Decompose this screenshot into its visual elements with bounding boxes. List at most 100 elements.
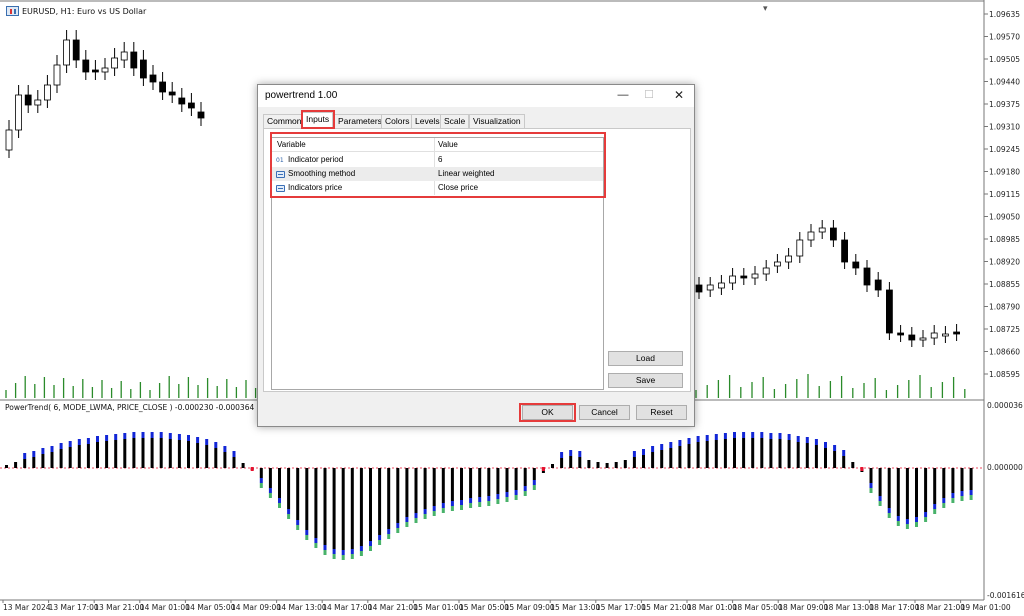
oscillator-cap bbox=[268, 488, 272, 493]
oscillator-cap bbox=[432, 506, 436, 511]
oscillator-bar bbox=[687, 444, 691, 468]
oscillator-cap bbox=[478, 497, 482, 502]
oscillator-bar bbox=[159, 438, 163, 468]
oscillator-cap bbox=[378, 535, 382, 540]
oscillator-cap bbox=[523, 491, 527, 496]
price-tick-label: 1.09375 bbox=[989, 100, 1020, 109]
oscillator-cap bbox=[432, 511, 436, 516]
candle bbox=[818, 227, 826, 233]
oscillator-bar bbox=[596, 462, 600, 468]
save-button[interactable]: Save bbox=[608, 373, 683, 388]
price-tick-label: 1.08660 bbox=[989, 348, 1020, 357]
price-tick-label: 1.09245 bbox=[989, 145, 1020, 154]
candle bbox=[197, 111, 205, 119]
oscillator-cap bbox=[915, 522, 918, 527]
oscillator-bar bbox=[969, 468, 973, 490]
minimize-icon[interactable]: — bbox=[615, 88, 631, 102]
candle bbox=[72, 39, 80, 61]
oscillator-cap bbox=[359, 551, 363, 556]
oscillator-cap bbox=[150, 432, 154, 438]
oscillator-bar bbox=[86, 444, 90, 468]
param-variable: Indicator period bbox=[288, 155, 344, 164]
oscillator-cap bbox=[460, 505, 463, 510]
tab-inputs[interactable]: Inputs bbox=[302, 112, 334, 128]
oscillator-bar bbox=[833, 451, 837, 468]
oscillator-cap bbox=[960, 491, 964, 496]
candle bbox=[852, 261, 860, 269]
oscillator-bar bbox=[396, 468, 400, 523]
candle bbox=[740, 275, 748, 279]
candle bbox=[706, 284, 714, 291]
tab-colors[interactable]: Colors bbox=[381, 114, 414, 128]
ok-button[interactable]: OK bbox=[522, 405, 573, 420]
dialog-title: powertrend 1.00 bbox=[265, 90, 338, 101]
oscillator-cap bbox=[541, 467, 545, 471]
oscillator-bar bbox=[114, 440, 118, 468]
oscillator-cap bbox=[778, 433, 782, 439]
oscillator-bar bbox=[187, 441, 190, 468]
oscillator-cap bbox=[314, 538, 318, 543]
oscillator-bar bbox=[123, 439, 127, 468]
cancel-button[interactable]: Cancel bbox=[579, 405, 630, 420]
chart-close-icon[interactable]: ▾ bbox=[763, 3, 768, 14]
oscillator-cap bbox=[751, 432, 755, 438]
oscillator-bar bbox=[551, 464, 554, 468]
oscillator-bar bbox=[532, 468, 536, 480]
oscillator-cap bbox=[969, 495, 973, 500]
table-row[interactable]: Indicators price Close price bbox=[272, 181, 603, 195]
param-value-select[interactable]: Linear weighted bbox=[438, 167, 494, 181]
oscillator-cap bbox=[905, 519, 909, 524]
table-row[interactable]: 01 Indicator period 6 bbox=[272, 153, 603, 167]
time-tick-label: 14 Mar 09:00 bbox=[231, 603, 281, 612]
oscillator-cap bbox=[696, 436, 700, 442]
oscillator-bar bbox=[214, 448, 218, 468]
candle bbox=[729, 275, 736, 284]
oscillator-cap bbox=[960, 496, 964, 501]
table-row[interactable]: Smoothing method Linear weighted bbox=[272, 167, 603, 181]
oscillator-bar bbox=[332, 468, 336, 549]
tab-scale[interactable]: Scale bbox=[440, 114, 470, 128]
oscillator-cap bbox=[450, 506, 454, 511]
tab-common[interactable]: Common bbox=[263, 114, 306, 128]
time-tick-label: 13 Mar 21:00 bbox=[94, 603, 144, 612]
candle bbox=[82, 59, 90, 73]
oscillator-bar bbox=[23, 459, 27, 468]
header-variable: Variable bbox=[277, 140, 306, 149]
oscillator-cap bbox=[214, 442, 218, 448]
param-value-field[interactable]: 6 bbox=[438, 153, 442, 167]
integer-param-icon: 01 bbox=[276, 157, 284, 164]
param-value-select[interactable]: Close price bbox=[438, 181, 478, 195]
price-tick-label: 1.09635 bbox=[989, 10, 1020, 19]
oscillator-cap bbox=[887, 513, 891, 518]
reset-button[interactable]: Reset bbox=[636, 405, 687, 420]
time-tick-label: 18 Mar 09:00 bbox=[778, 603, 828, 612]
oscillator-bar bbox=[369, 468, 372, 541]
oscillator-cap bbox=[378, 540, 382, 545]
oscillator-bar bbox=[896, 468, 900, 516]
tab-visualization[interactable]: Visualization bbox=[469, 114, 525, 128]
oscillator-cap bbox=[68, 441, 72, 447]
oscillator-cap bbox=[232, 451, 236, 457]
oscillator-bar bbox=[960, 468, 964, 491]
load-button[interactable]: Load bbox=[608, 351, 683, 366]
tab-levels[interactable]: Levels bbox=[411, 114, 444, 128]
oscillator-bar bbox=[951, 468, 955, 493]
oscillator-cap bbox=[441, 503, 445, 508]
candle bbox=[53, 64, 61, 86]
tab-parameters[interactable]: Parameters bbox=[334, 114, 386, 128]
oscillator-bar bbox=[77, 445, 81, 468]
oscillator-cap bbox=[532, 480, 536, 485]
oscillator-cap bbox=[50, 446, 54, 452]
dialog-titlebar[interactable]: powertrend 1.00 — ☐ ✕ bbox=[258, 85, 694, 107]
oscillator-cap bbox=[296, 525, 300, 530]
candle bbox=[942, 333, 949, 337]
time-tick-label: 18 Mar 21:00 bbox=[915, 603, 965, 612]
oscillator-bar bbox=[223, 452, 227, 468]
price-tick-label: 1.09505 bbox=[989, 55, 1020, 64]
oscillator-cap bbox=[187, 435, 190, 441]
oscillator-bar bbox=[642, 455, 645, 468]
close-icon[interactable]: ✕ bbox=[671, 88, 687, 102]
oscillator-bar bbox=[205, 445, 209, 468]
candle bbox=[807, 231, 815, 241]
oscillator-bar bbox=[460, 468, 463, 500]
